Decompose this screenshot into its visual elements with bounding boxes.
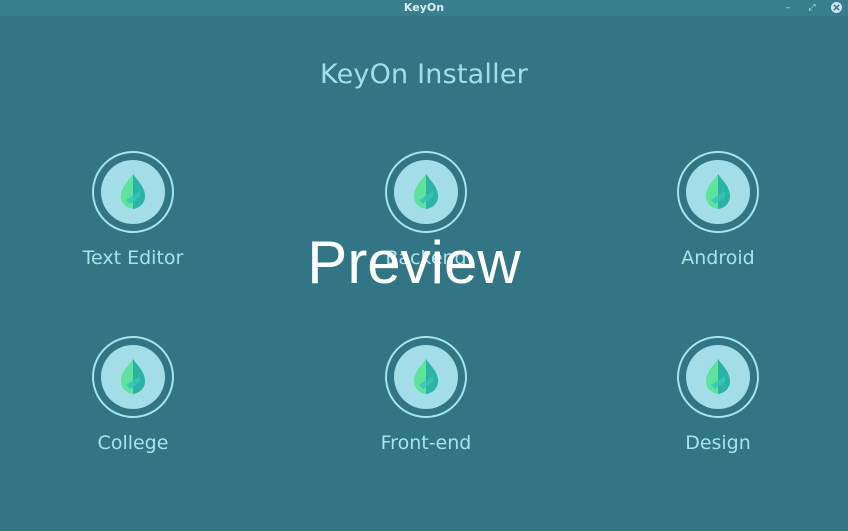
- option-icon-ring[interactable]: [677, 151, 759, 233]
- title-bar[interactable]: KeyOn – ⤢: [0, 0, 848, 16]
- leaf-icon: [121, 174, 145, 209]
- page-title: KeyOn Installer: [320, 59, 528, 90]
- maximize-button[interactable]: ⤢: [806, 2, 818, 14]
- option-icon-disc: [394, 160, 458, 224]
- leaf-icon: [121, 359, 145, 394]
- leaf-icon: [706, 174, 730, 209]
- option-icon-ring[interactable]: [385, 336, 467, 418]
- option-icon-disc: [101, 345, 165, 409]
- option-label: Android: [681, 247, 755, 269]
- option-icon-disc: [101, 160, 165, 224]
- leaf-icon: [414, 359, 438, 394]
- option-label: College: [97, 432, 169, 454]
- close-button[interactable]: [831, 2, 842, 13]
- window-title: KeyOn: [403, 1, 445, 14]
- leaf-icon: [414, 174, 438, 209]
- option-label: Text Editor: [82, 247, 184, 269]
- option-label: Backend: [385, 247, 467, 269]
- option-icon-ring[interactable]: [92, 336, 174, 418]
- option-icon-disc: [394, 345, 458, 409]
- option-icon-ring[interactable]: [92, 151, 174, 233]
- close-icon: [833, 4, 840, 11]
- option-label: Front-end: [380, 432, 472, 454]
- option-label: Design: [685, 432, 751, 454]
- option-icon-disc: [686, 345, 750, 409]
- option-icon-disc: [686, 160, 750, 224]
- installer-window: KeyOn – ⤢ KeyOn Installer Text Editor Ba…: [0, 0, 848, 531]
- leaf-icon: [706, 359, 730, 394]
- option-icon-ring[interactable]: [385, 151, 467, 233]
- option-icon-ring[interactable]: [677, 336, 759, 418]
- minimize-button[interactable]: –: [782, 2, 794, 14]
